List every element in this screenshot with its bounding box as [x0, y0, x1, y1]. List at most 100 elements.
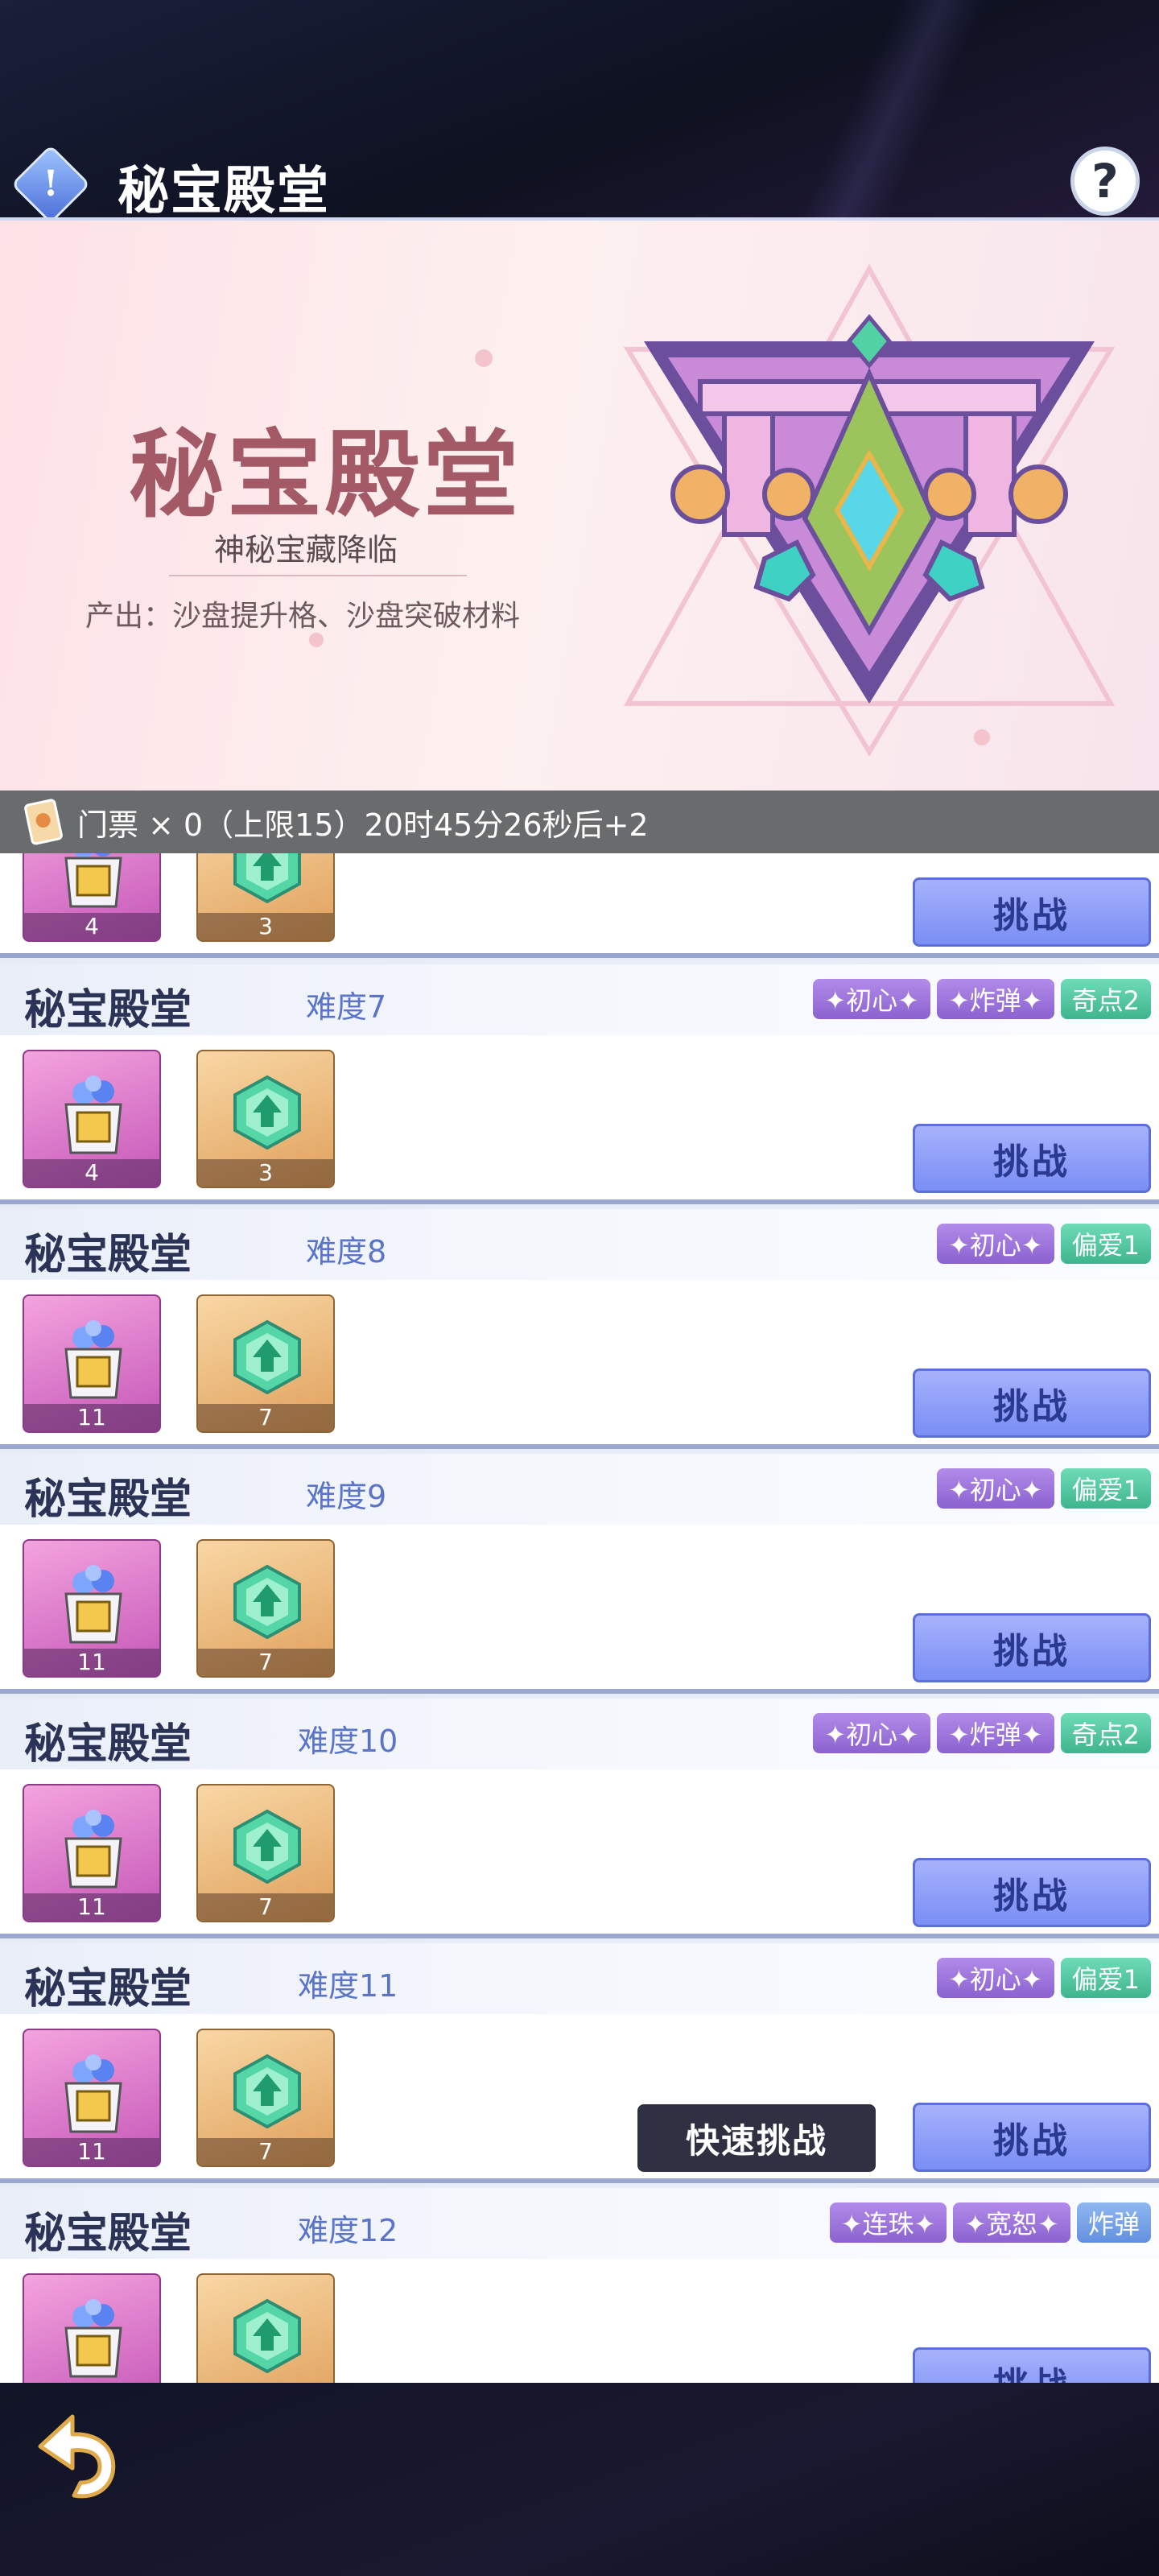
level-difficulty: 难度12 — [298, 2213, 398, 2248]
reward-item-upgrade[interactable]: 7 — [196, 2029, 335, 2167]
level-card: 秘宝殿堂43挑战 — [0, 853, 1159, 958]
level-name: 秘宝殿堂 — [24, 1230, 192, 1279]
level-difficulty: 难度11 — [298, 1968, 398, 2004]
reward-item-chest[interactable]: 4 — [23, 853, 161, 942]
reward-item-upgrade[interactable]: 3 — [196, 1050, 335, 1188]
decor-dot — [309, 633, 324, 647]
quick-challenge-button[interactable]: 快速挑战 — [637, 2104, 876, 2172]
reward-item-upgrade[interactable]: 7 — [196, 1294, 335, 1433]
level-tags: ✦初心✦ 偏爱1 — [936, 1224, 1151, 1264]
reward-item-chest[interactable]: 11 — [23, 1784, 161, 1922]
reward-item-upgrade[interactable]: 7 — [196, 1784, 335, 1922]
ticket-text: 门票 × 0（上限15）20时45分26秒后+2 — [77, 807, 649, 843]
level-difficulty: 难度8 — [306, 1234, 387, 1269]
level-tags: ✦初心✦ 偏爱1 — [936, 1958, 1151, 1998]
page-title: 秘宝殿堂 — [118, 161, 330, 221]
reward-count: 7 — [198, 1893, 333, 1921]
level-name: 秘宝殿堂 — [24, 985, 192, 1034]
reward-count: 11 — [24, 1404, 159, 1431]
reward-count: 4 — [24, 1159, 159, 1187]
level-tags: ✦连珠✦ ✦宽恕✦ 炸弹 — [829, 2202, 1151, 2243]
modifier-tag: 偏爱1 — [1060, 1468, 1151, 1509]
challenge-button[interactable]: 挑战 — [913, 1124, 1151, 1193]
reward-count: 7 — [198, 1404, 333, 1431]
level-difficulty: 难度10 — [298, 1724, 398, 1759]
challenge-button[interactable]: 挑战 — [913, 1858, 1151, 1927]
reward-count: 4 — [24, 913, 159, 940]
reward-item-chest[interactable]: 11 — [23, 1539, 161, 1678]
reward-item-chest[interactable]: 11 — [23, 1294, 161, 1433]
banner-divider — [169, 575, 467, 576]
modifier-tag: ✦初心✦ — [936, 1468, 1054, 1509]
event-banner: 秘宝殿堂 神秘宝藏降临 产出：沙盘提升格、沙盘突破材料 — [0, 217, 1159, 791]
level-card: 秘宝殿堂 难度9 ✦初心✦ 偏爱1 11 7 挑战 — [0, 1454, 1159, 1694]
upgrade-gem-icon — [233, 2054, 301, 2129]
banner-description: 产出：沙盘提升格、沙盘突破材料 — [85, 600, 521, 633]
reward-count: 3 — [198, 913, 333, 940]
challenge-button[interactable]: 挑战 — [913, 877, 1151, 947]
challenge-button[interactable]: 挑战 — [913, 1613, 1151, 1682]
modifier-tag: 炸弹 — [1076, 2202, 1151, 2243]
top-bar: ! 秘宝殿堂 ? — [0, 0, 1159, 225]
level-difficulty: 难度7 — [306, 989, 387, 1025]
modifier-tag: 奇点2 — [1060, 979, 1151, 1019]
challenge-button[interactable]: 挑战 — [913, 1368, 1151, 1438]
reward-count: 11 — [24, 2138, 159, 2165]
modifier-tag: 偏爱1 — [1060, 1958, 1151, 1998]
modifier-tag: ✦宽恕✦ — [953, 2202, 1070, 2243]
modifier-tag: 奇点2 — [1060, 1713, 1151, 1753]
level-card: 秘宝殿堂 难度10 ✦初心✦ ✦炸弹✦ 奇点2 11 7 挑战 — [0, 1699, 1159, 1938]
level-card-header: 秘宝殿堂 难度10 ✦初心✦ ✦炸弹✦ 奇点2 — [0, 1699, 1159, 1769]
upgrade-gem-icon — [233, 1075, 301, 1150]
reward-count: 3 — [198, 1159, 333, 1187]
level-name: 秘宝殿堂 — [24, 1475, 192, 1524]
treasure-chest-icon — [64, 853, 122, 908]
reward-item-upgrade[interactable]: 7 — [196, 1539, 335, 1678]
level-list[interactable]: 秘宝殿堂43挑战秘宝殿堂难度7✦初心✦✦炸弹✦奇点243挑战秘宝殿堂难度8✦初心… — [0, 853, 1159, 2383]
level-card-header: 秘宝殿堂 难度7 ✦初心✦ ✦炸弹✦ 奇点2 — [0, 964, 1159, 1035]
reward-item-chest[interactable]: 11 — [23, 2029, 161, 2167]
reward-count: 7 — [198, 2138, 333, 2165]
level-card-header: 秘宝殿堂 难度9 ✦初心✦ 偏爱1 — [0, 1454, 1159, 1525]
modifier-tag: ✦初心✦ — [813, 1713, 930, 1753]
ticket-icon — [23, 798, 64, 846]
modifier-tag: ✦初心✦ — [936, 1224, 1054, 1264]
reward-count: 7 — [198, 1649, 333, 1676]
level-tags: ✦初心✦ ✦炸弹✦ 奇点2 — [813, 979, 1151, 1019]
level-difficulty: 难度9 — [306, 1479, 387, 1514]
banner-title: 秘宝殿堂 — [129, 419, 522, 530]
level-tags: ✦初心✦ ✦炸弹✦ 奇点2 — [813, 1713, 1151, 1753]
level-card-header: 秘宝殿堂 难度11 ✦初心✦ 偏爱1 — [0, 1943, 1159, 2014]
upgrade-gem-icon — [233, 1319, 301, 1395]
level-name: 秘宝殿堂 — [24, 1719, 192, 1769]
upgrade-gem-icon — [233, 1809, 301, 1885]
info-button[interactable]: ! — [10, 144, 91, 225]
reward-item-chest[interactable]: 4 — [23, 1050, 161, 1188]
level-name: 秘宝殿堂 — [24, 2209, 192, 2258]
modifier-tag: ✦炸弹✦ — [936, 1713, 1054, 1753]
modifier-tag: ✦炸弹✦ — [936, 979, 1054, 1019]
upgrade-gem-icon — [233, 853, 301, 904]
banner-subtitle: 神秘宝藏降临 — [214, 532, 398, 568]
level-card-header: 秘宝殿堂 难度8 ✦初心✦ 偏爱1 — [0, 1209, 1159, 1280]
reward-item-upgrade[interactable]: 3 — [196, 853, 335, 942]
level-name: 秘宝殿堂 — [24, 1964, 192, 2013]
bottom-bar — [0, 2383, 1159, 2576]
help-button[interactable]: ? — [1070, 147, 1140, 216]
level-tags: ✦初心✦ 偏爱1 — [936, 1468, 1151, 1509]
treasure-chest-icon — [64, 1075, 122, 1154]
ticket-status-bar: 门票 × 0（上限15）20时45分26秒后+2 — [0, 791, 1159, 853]
reward-count: 11 — [24, 1893, 159, 1921]
challenge-button[interactable]: 挑战 — [913, 2103, 1151, 2172]
back-arrow-icon[interactable] — [24, 2402, 129, 2507]
reward-count: 11 — [24, 1649, 159, 1676]
reward-item-upgrade[interactable]: 7 — [196, 2273, 335, 2383]
reward-item-chest[interactable]: 11 — [23, 2273, 161, 2383]
level-card: 秘宝殿堂 难度12 ✦连珠✦✦宽恕✦炸弹 11 7 挑战 — [0, 2188, 1159, 2383]
modifier-tag: ✦连珠✦ — [829, 2202, 947, 2243]
challenge-button[interactable]: 挑战 — [913, 2347, 1151, 2383]
treasure-chest-icon — [64, 2299, 122, 2378]
modifier-tag: 偏爱1 — [1060, 1224, 1151, 1264]
decor-dot — [475, 349, 493, 367]
level-card: 秘宝殿堂 难度7 ✦初心✦ ✦炸弹✦ 奇点2 4 3 挑战 — [0, 964, 1159, 1204]
